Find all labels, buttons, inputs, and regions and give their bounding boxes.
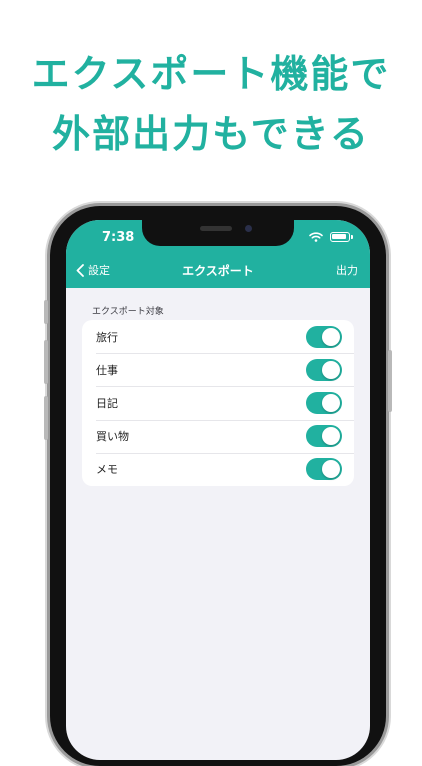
phone-side-button (44, 300, 48, 324)
battery-icon (330, 232, 353, 242)
export-target-list: 旅行 仕事 日記 買い物 メモ (82, 320, 354, 486)
list-item-label: 仕事 (96, 363, 118, 377)
toggle-switch[interactable] (306, 325, 342, 348)
phone-side-button (44, 340, 48, 384)
list-item: 日記 (82, 386, 354, 419)
list-item: 旅行 (82, 320, 354, 353)
status-time: 7:38 (102, 230, 135, 245)
export-output-button[interactable]: 出力 (336, 262, 358, 278)
camera (245, 225, 252, 232)
notch (142, 220, 294, 246)
list-item-label: 旅行 (96, 330, 118, 344)
list-item-label: 買い物 (96, 430, 129, 444)
list-item-label: 日記 (96, 396, 118, 410)
toggle-switch[interactable] (306, 391, 342, 414)
toggle-switch[interactable] (306, 458, 342, 481)
navigation-bar: 7:38 設定 エクスポート 出力 (66, 220, 370, 288)
wifi-icon (309, 232, 323, 242)
toggle-switch[interactable] (306, 425, 342, 448)
headline-line-2: 外部出力もできる (52, 112, 370, 156)
list-item: メモ (82, 452, 354, 486)
phone-power-button (388, 350, 392, 412)
speaker (200, 226, 232, 231)
toggle-switch[interactable] (306, 358, 342, 381)
list-item: 仕事 (82, 353, 354, 386)
list-item-label: メモ (96, 463, 118, 477)
phone-screen: 7:38 設定 エクスポート 出力 エクスポート対象 旅行 仕事 日記 買い物 … (66, 220, 370, 760)
list-item: 買い物 (82, 419, 354, 453)
page-title: エクスポート (182, 264, 254, 278)
phone-side-button (44, 396, 48, 440)
section-header: エクスポート対象 (92, 307, 164, 317)
headline-line-1: エクスポート機能で (31, 52, 391, 96)
